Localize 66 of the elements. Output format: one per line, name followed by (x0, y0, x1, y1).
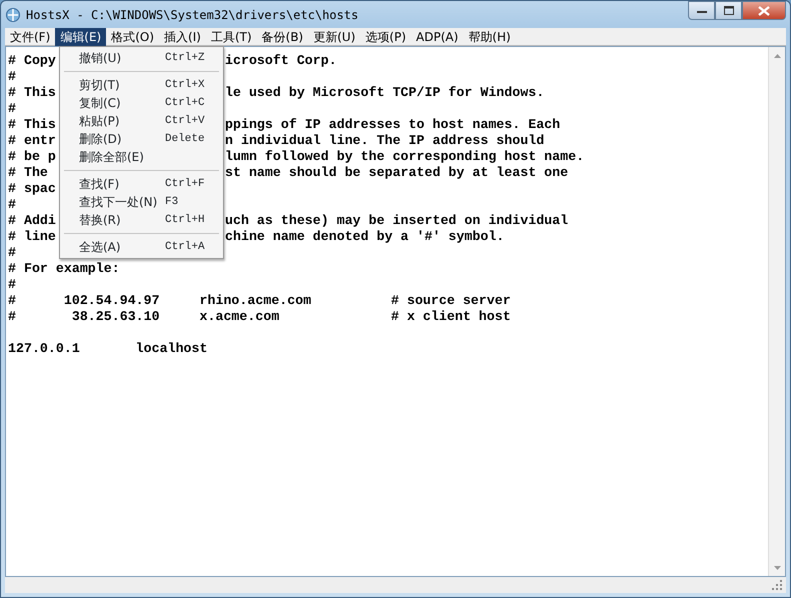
code-line: lumn followed by the corresponding host name. (225, 149, 584, 165)
code-line: # This (8, 85, 56, 100)
menu-item[interactable]: 帮助(H) (463, 28, 516, 46)
menu-item[interactable]: 备份(B) (256, 28, 308, 46)
code-line: # (8, 101, 16, 117)
code-line: uch as these) may be inserted on individual (225, 213, 568, 229)
code-line: icrosoft Corp. (225, 53, 337, 69)
resize-grip-icon[interactable] (772, 580, 783, 590)
code-line: # (8, 277, 16, 293)
app-icon (5, 6, 21, 22)
scrollbar[interactable] (768, 47, 785, 576)
menu-option[interactable]: 删除(D) (79, 130, 165, 148)
menu-item[interactable]: 插入(I) (159, 28, 206, 46)
code-line: # For example: (8, 261, 120, 277)
menu-item[interactable]: ADP(A) (411, 28, 464, 46)
code-line: n individual line. The IP address should (225, 133, 544, 149)
code-line: # entr (8, 133, 56, 148)
maximize-icon (724, 6, 734, 15)
menu-item[interactable]: 格式(O) (106, 28, 160, 46)
code-line: # This (8, 117, 56, 132)
maximize-button[interactable] (715, 1, 742, 20)
shortcut-label: Ctrl+V (165, 114, 205, 129)
code-line: ppings of IP addresses to host names. Each (225, 117, 560, 133)
shortcut-label: Ctrl+X (165, 78, 205, 93)
scroll-down-icon[interactable] (774, 566, 780, 570)
shortcut-label: Ctrl+A (165, 240, 205, 255)
shortcut-label: Ctrl+F (165, 176, 205, 192)
code-line: # (8, 197, 16, 213)
code-line: # (8, 69, 16, 85)
close-icon (758, 6, 770, 16)
shortcut-label: Delete (165, 132, 205, 147)
menu-option[interactable]: 粘贴(P) (79, 112, 165, 130)
menu-option[interactable]: 撤销(U) (79, 49, 165, 67)
menu-item[interactable]: 选项(P) (360, 28, 412, 46)
scroll-up-icon[interactable] (774, 54, 780, 58)
code-line: # Copy (8, 53, 56, 68)
menu-item[interactable]: 编辑(E) (55, 28, 106, 46)
menu-option[interactable]: 复制(C) (79, 94, 165, 112)
code-line: chine name denoted by a '#' symbol. (225, 229, 504, 245)
menu-item[interactable]: 更新(U) (308, 28, 360, 46)
code-line: st name should be separated by at least one (225, 165, 568, 181)
code-line: # Addi (8, 213, 56, 228)
menu-option[interactable]: 删除全部(E) (79, 148, 165, 166)
code-line: # 38.25.63.10 x.acme.com # x client host (8, 309, 511, 325)
shortcut-label: Ctrl+Z (165, 50, 205, 66)
menu-option[interactable]: 查找下一处(N) (79, 193, 165, 211)
code-line: # The (8, 165, 48, 180)
shortcut-label: F3 (165, 194, 178, 210)
code-line: # be p (8, 149, 56, 164)
menu-item[interactable]: 文件(F) (5, 28, 56, 46)
code-line: # (8, 245, 16, 261)
code-line: # spac (8, 181, 56, 196)
code-line: le used by Microsoft TCP/IP for Windows. (225, 85, 544, 101)
menu-item[interactable]: 工具(T) (206, 28, 257, 46)
menu-option[interactable]: 全选(A) (79, 238, 165, 256)
shortcut-label: Ctrl+C (165, 96, 205, 111)
window-title: HostsX - C:\WINDOWS\System32\drivers\etc\hosts (26, 6, 358, 24)
code-line: # line (8, 229, 56, 244)
menu-option[interactable]: 剪切(T) (79, 76, 165, 94)
menu-option[interactable]: 替换(R) (79, 211, 165, 229)
code-line: 127.0.0.1 localhost (8, 341, 208, 357)
menu-option[interactable]: 查找(F) (79, 175, 165, 193)
code-line: # 102.54.94.97 rhino.acme.com # source server (8, 293, 511, 309)
shortcut-label: Ctrl+H (165, 212, 205, 228)
minimize-button[interactable] (688, 1, 715, 20)
close-button[interactable] (742, 1, 786, 20)
